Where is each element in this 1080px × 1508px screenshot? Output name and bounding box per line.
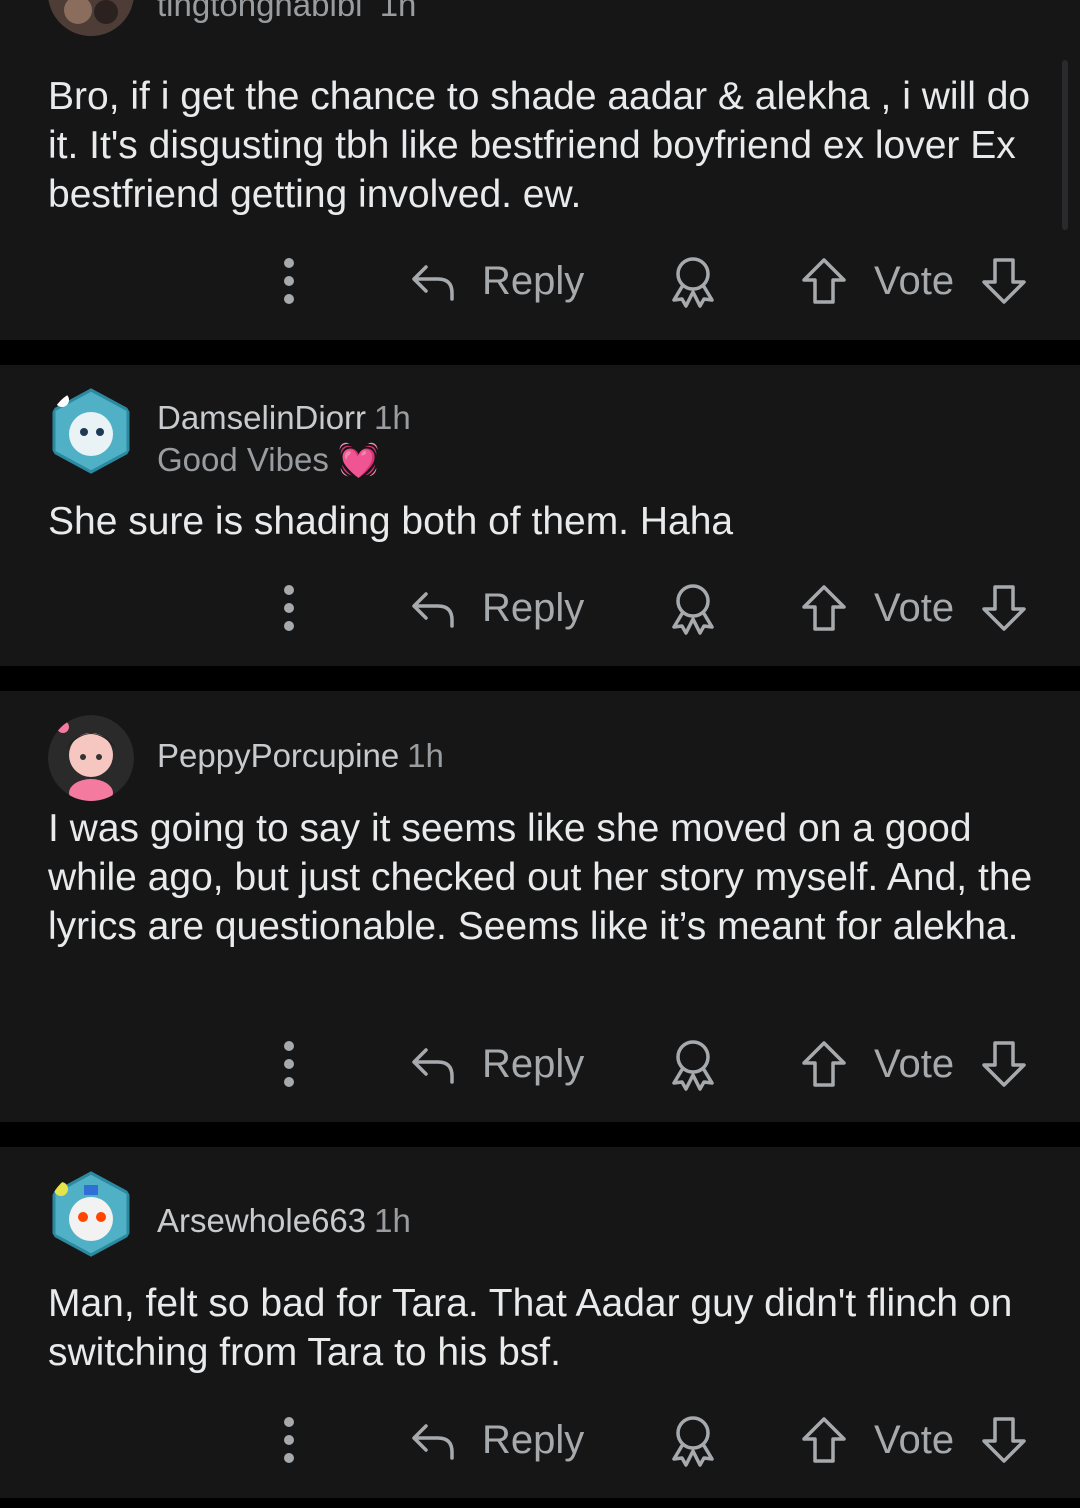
comment-card: DamselinDiorr 1h Good Vibes 💓 She sure is… [0, 365, 1080, 666]
username[interactable]: Arsewhole663 [157, 1202, 366, 1239]
award-button[interactable] [666, 1034, 720, 1094]
upvote-arrow-icon[interactable] [800, 1039, 848, 1089]
comment-header: Arsewhole663 1h [157, 1200, 411, 1242]
username[interactable]: PeppyPorcupine [157, 737, 399, 774]
reply-button[interactable]: Reply [408, 1410, 584, 1470]
vote-score: Vote [874, 1041, 955, 1086]
comment-header: DamselinDiorr 1h Good Vibes 💓 [157, 397, 411, 481]
comment-card: tingtonghabibi 1h Bro, if i get the chan… [0, 0, 1080, 340]
reply-button[interactable]: Reply [408, 1034, 584, 1094]
timestamp: 1h [374, 1202, 411, 1239]
award-ribbon-icon [672, 1040, 714, 1091]
vote-control: Vote [800, 251, 1028, 311]
award-button[interactable] [666, 251, 720, 311]
reply-button[interactable]: Reply [408, 251, 584, 311]
reply-arrow-icon [412, 592, 454, 628]
more-vertical-icon [284, 1041, 294, 1087]
more-vertical-icon [284, 1417, 294, 1463]
timestamp: 1h [374, 399, 411, 436]
scrollbar[interactable] [1062, 60, 1068, 230]
reply-label: Reply [482, 258, 585, 303]
reply-arrow-icon [412, 1424, 454, 1460]
award-button[interactable] [666, 1410, 720, 1470]
more-vertical-icon [284, 585, 294, 631]
reply-label: Reply [482, 585, 585, 630]
user-flair: Good Vibes 💓 [157, 441, 380, 478]
comment-actions: Reply Vote [0, 1034, 1080, 1094]
vote-control: Vote [800, 1034, 1028, 1094]
more-vertical-icon [284, 258, 294, 304]
vote-score: Vote [874, 1417, 955, 1462]
username[interactable]: DamselinDiorr [157, 399, 366, 436]
upvote-arrow-icon[interactable] [800, 256, 848, 306]
comment-header: tingtonghabibi 1h [157, 0, 416, 24]
timestamp: 1h [379, 0, 417, 23]
comment-body: Bro, if i get the chance to shade aadar … [48, 75, 1031, 216]
avatar[interactable] [48, 388, 134, 474]
reply-arrow-icon [412, 265, 454, 301]
downvote-arrow-icon[interactable] [980, 583, 1028, 633]
more-options-button[interactable] [272, 1034, 306, 1094]
award-button[interactable] [666, 578, 720, 638]
avatar[interactable] [48, 715, 134, 801]
comment-actions: Reply Vote [0, 1410, 1080, 1470]
avatar[interactable] [48, 0, 134, 36]
username[interactable]: tingtonghabibi [157, 0, 363, 23]
downvote-arrow-icon[interactable] [980, 1039, 1028, 1089]
vote-score: Vote [874, 258, 955, 303]
reply-label: Reply [482, 1417, 585, 1462]
comment-card: Arsewhole663 1h Man, felt so bad for Tara… [0, 1147, 1080, 1498]
avatar[interactable] [48, 1171, 134, 1257]
upvote-arrow-icon[interactable] [800, 1415, 848, 1465]
award-ribbon-icon [672, 584, 714, 635]
comment-actions: Reply Vote [0, 251, 1080, 311]
award-ribbon-icon [672, 1416, 714, 1467]
vote-control: Vote [800, 1410, 1028, 1470]
comment-actions: Reply Vote [0, 578, 1080, 638]
reply-arrow-icon [412, 1048, 454, 1084]
comment-card: PeppyPorcupine 1h I was going to say it s… [0, 691, 1080, 1122]
downvote-arrow-icon[interactable] [980, 256, 1028, 306]
vote-control: Vote [800, 578, 1028, 638]
more-options-button[interactable] [272, 1410, 306, 1470]
reply-button[interactable]: Reply [408, 578, 584, 638]
timestamp: 1h [407, 737, 444, 774]
award-ribbon-icon [672, 257, 714, 308]
downvote-arrow-icon[interactable] [980, 1415, 1028, 1465]
comment-header: PeppyPorcupine 1h [157, 735, 444, 777]
comment-body: She sure is shading both of them. Haha [48, 500, 734, 543]
reply-label: Reply [482, 1041, 585, 1086]
comment-body: I was going to say it seems like she mov… [48, 807, 1033, 948]
upvote-arrow-icon[interactable] [800, 583, 848, 633]
more-options-button[interactable] [272, 251, 306, 311]
comment-body: Man, felt so bad for Tara. That Aadar gu… [48, 1282, 1013, 1374]
vote-score: Vote [874, 585, 955, 630]
more-options-button[interactable] [272, 578, 306, 638]
